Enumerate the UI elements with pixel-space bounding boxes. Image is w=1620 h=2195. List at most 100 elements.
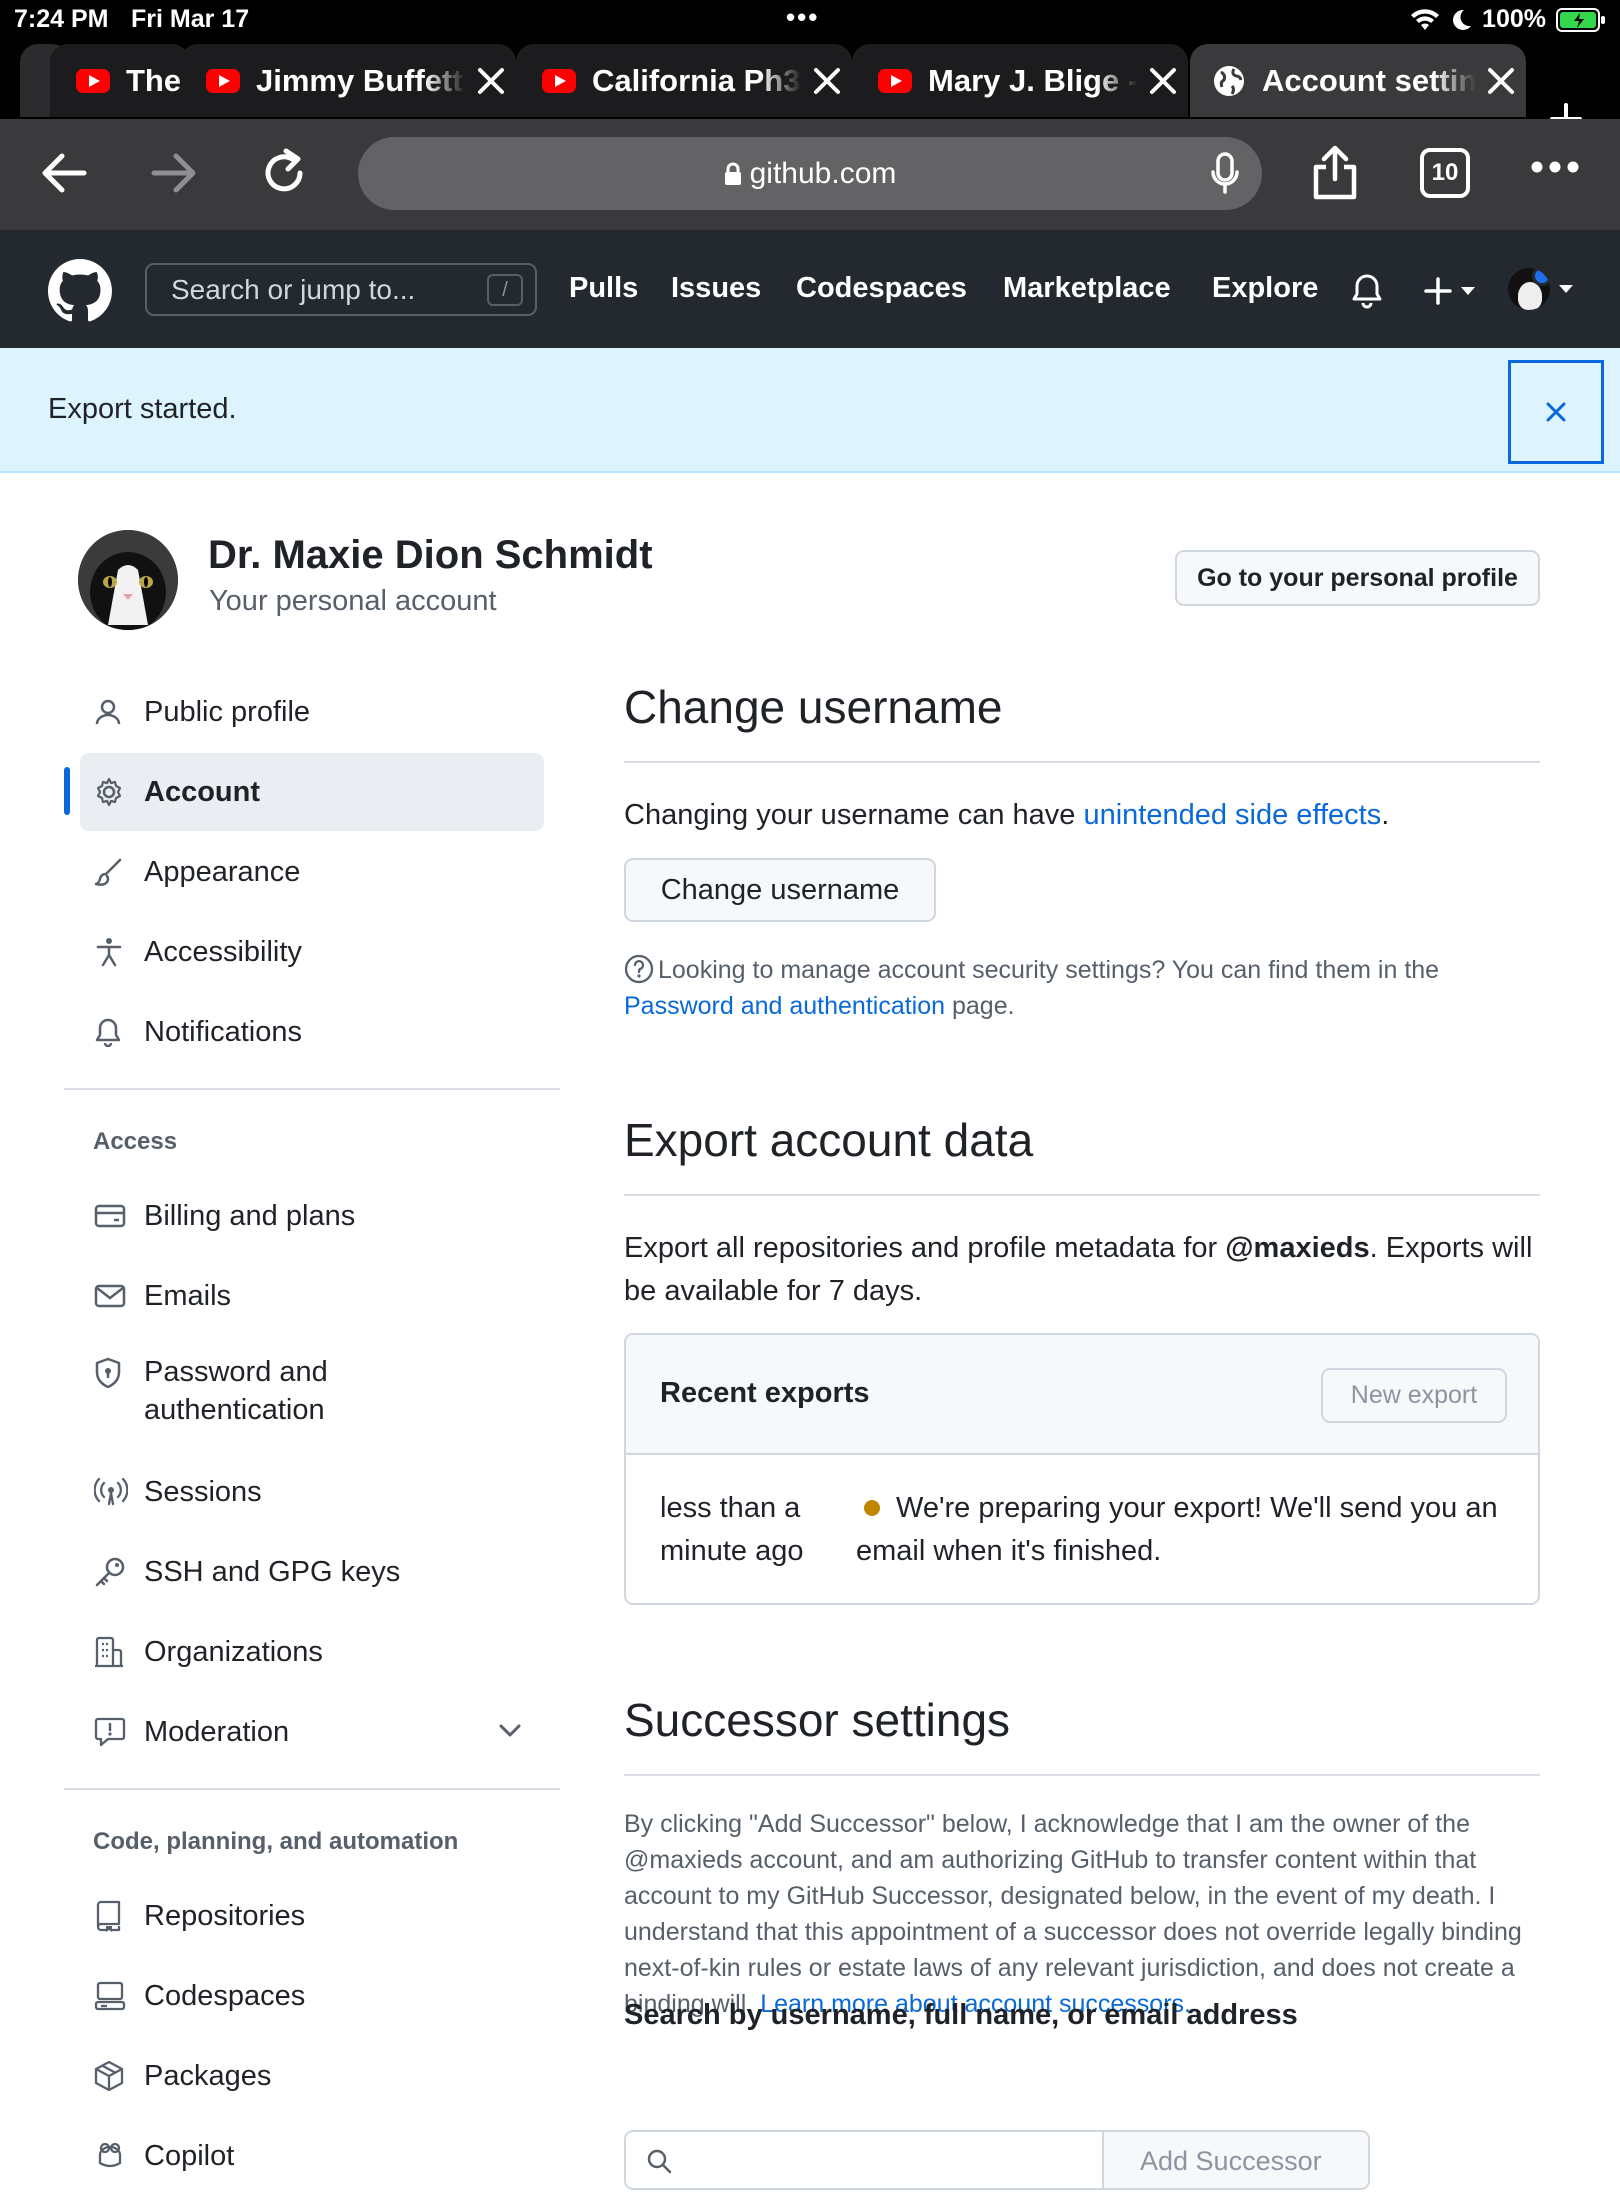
description-text: Changing your username can have bbox=[624, 799, 1084, 831]
successor-legal-text: By clicking "Add Successor" below, I ack… bbox=[624, 1806, 1544, 2022]
more-button[interactable] bbox=[1530, 159, 1580, 175]
tab-count: 10 bbox=[1431, 159, 1459, 186]
gear-icon bbox=[94, 777, 144, 807]
add-successor-button[interactable]: Add Successor bbox=[1102, 2130, 1370, 2190]
nav-issues[interactable]: Issues bbox=[671, 272, 761, 305]
pending-status-dot bbox=[864, 1499, 880, 1516]
tab-overview-button[interactable]: 10 bbox=[1420, 148, 1470, 198]
description-text-end: . bbox=[1381, 799, 1390, 831]
export-timestamp: less than a minute ago bbox=[660, 1492, 804, 1567]
tab-title: Mary J. Blige - bbox=[928, 62, 1138, 98]
browser-toolbar: github.com 10 bbox=[0, 119, 1620, 230]
battery-icon bbox=[1556, 7, 1605, 32]
export-text: Export all repositories and profile meta… bbox=[624, 1232, 1226, 1264]
close-tab-icon[interactable] bbox=[1138, 67, 1188, 95]
question-icon bbox=[624, 954, 654, 984]
successor-search-label: Search by username, full name, or email … bbox=[624, 1999, 1298, 2031]
search-icon bbox=[647, 2149, 672, 2174]
sidebar-item-public-profile[interactable]: Public profile bbox=[80, 673, 544, 751]
notifications-bell-icon[interactable] bbox=[1351, 273, 1383, 309]
go-to-profile-button[interactable]: Go to your personal profile bbox=[1175, 550, 1540, 606]
browser-tab[interactable]: Jimmy Buffett bbox=[180, 44, 516, 117]
dismiss-flash-button[interactable] bbox=[1508, 360, 1604, 464]
globe-icon bbox=[1212, 64, 1246, 98]
reload-button[interactable] bbox=[258, 147, 310, 199]
close-icon bbox=[1546, 402, 1566, 422]
close-tab-icon[interactable] bbox=[466, 67, 516, 95]
sidebar-item-label: Emails bbox=[144, 1279, 232, 1312]
person-icon bbox=[94, 698, 144, 726]
sidebar-item-repositories[interactable]: Repositories bbox=[80, 1877, 544, 1955]
sidebar-item-label: Password and bbox=[144, 1356, 328, 1388]
sidebar-item-label: Codespaces bbox=[144, 1979, 306, 2012]
sidebar-item-billing[interactable]: Billing and plans bbox=[80, 1177, 544, 1255]
address-text: github.com bbox=[749, 156, 897, 190]
sidebar-item-moderation[interactable]: Moderation bbox=[80, 1693, 544, 1771]
successor-search-input[interactable] bbox=[624, 2130, 1104, 2190]
note-text: Looking to manage account security setti… bbox=[658, 956, 1440, 984]
back-button[interactable] bbox=[38, 147, 90, 199]
lock-icon bbox=[724, 162, 741, 185]
sidebar-item-password-authentication[interactable]: Password and authentication bbox=[80, 1337, 544, 1437]
organization-icon bbox=[94, 1636, 144, 1668]
chevron-down-icon[interactable] bbox=[498, 1723, 522, 1739]
sidebar-item-label: Copilot bbox=[144, 2139, 235, 2172]
close-tab-icon[interactable] bbox=[802, 67, 852, 95]
sidebar-item-packages[interactable]: Packages bbox=[80, 2037, 544, 2115]
sidebar-item-organizations[interactable]: Organizations bbox=[80, 1613, 544, 1691]
create-new-dropdown[interactable] bbox=[1424, 277, 1476, 305]
close-tab-icon[interactable] bbox=[1476, 67, 1526, 95]
browser-tab-active[interactable]: Account settin bbox=[1190, 44, 1526, 117]
account-display-name: Dr. Maxie Dion Schmidt bbox=[208, 533, 653, 577]
change-username-description: Changing your username can have unintend… bbox=[624, 794, 1540, 837]
paintbrush-icon bbox=[94, 857, 144, 887]
share-button[interactable] bbox=[1310, 145, 1360, 201]
sidebar-item-copilot[interactable]: Copilot bbox=[80, 2117, 544, 2195]
sidebar-item-emails[interactable]: Emails bbox=[80, 1257, 544, 1335]
browser-tab[interactable]: California Ph3 bbox=[516, 44, 852, 117]
note-text-end: page. bbox=[945, 992, 1015, 1020]
sidebar-item-codespaces[interactable]: Codespaces bbox=[80, 1957, 544, 2035]
package-icon bbox=[94, 2060, 144, 2092]
nav-marketplace[interactable]: Marketplace bbox=[1003, 272, 1171, 305]
address-bar[interactable]: github.com bbox=[358, 137, 1262, 210]
microphone-icon[interactable] bbox=[1210, 152, 1240, 196]
account-subtitle: Your personal account bbox=[209, 585, 497, 617]
arrow-left-icon bbox=[42, 153, 87, 193]
sidebar-item-appearance[interactable]: Appearance bbox=[80, 833, 544, 911]
sidebar-item-sessions[interactable]: Sessions bbox=[80, 1453, 544, 1531]
side-effects-link[interactable]: unintended side effects bbox=[1083, 799, 1381, 831]
bell-icon bbox=[94, 1017, 144, 1047]
codespaces-icon bbox=[94, 1981, 144, 2011]
multitasking-dots-icon[interactable]: ••• bbox=[786, 2, 819, 33]
new-export-button[interactable]: New export bbox=[1321, 1368, 1507, 1423]
browser-tab[interactable]: Mary J. Blige - bbox=[852, 44, 1188, 117]
forward-button[interactable] bbox=[148, 147, 200, 199]
user-menu-dropdown[interactable] bbox=[1508, 268, 1574, 310]
moon-icon bbox=[1453, 9, 1472, 30]
battery-percent: 100% bbox=[1482, 5, 1546, 33]
nav-explore[interactable]: Explore bbox=[1212, 272, 1318, 305]
change-username-button[interactable]: Change username bbox=[624, 858, 936, 922]
shield-icon bbox=[94, 1353, 144, 1389]
github-logo-icon[interactable] bbox=[48, 259, 112, 323]
sidebar-item-ssh-gpg-keys[interactable]: SSH and GPG keys bbox=[80, 1533, 544, 1611]
export-description: Export all repositories and profile meta… bbox=[624, 1227, 1540, 1313]
sidebar-item-notifications[interactable]: Notifications bbox=[80, 993, 544, 1071]
sidebar-item-accessibility[interactable]: Accessibility bbox=[80, 913, 544, 991]
legal-text: By clicking "Add Successor" below, I ack… bbox=[624, 1810, 1522, 2018]
browser-tab[interactable]: The bbox=[50, 44, 190, 117]
broadcast-icon bbox=[94, 1478, 144, 1506]
recent-exports-header: Recent exports New export bbox=[626, 1335, 1538, 1455]
status-bar: 7:24 PM Fri Mar 17 ••• 100% bbox=[0, 0, 1620, 40]
sidebar-item-label: Account bbox=[144, 775, 260, 808]
nav-codespaces[interactable]: Codespaces bbox=[796, 272, 967, 305]
github-search-input[interactable]: Search or jump to... / bbox=[145, 263, 537, 316]
nav-pulls[interactable]: Pulls bbox=[569, 272, 638, 305]
search-placeholder: Search or jump to... bbox=[171, 273, 416, 305]
header-avatar bbox=[1508, 268, 1550, 310]
sidebar-item-account[interactable]: Account bbox=[80, 753, 544, 831]
youtube-icon bbox=[878, 68, 912, 93]
wifi-icon bbox=[1411, 8, 1440, 30]
password-authentication-link[interactable]: Password and authentication bbox=[624, 992, 945, 1020]
